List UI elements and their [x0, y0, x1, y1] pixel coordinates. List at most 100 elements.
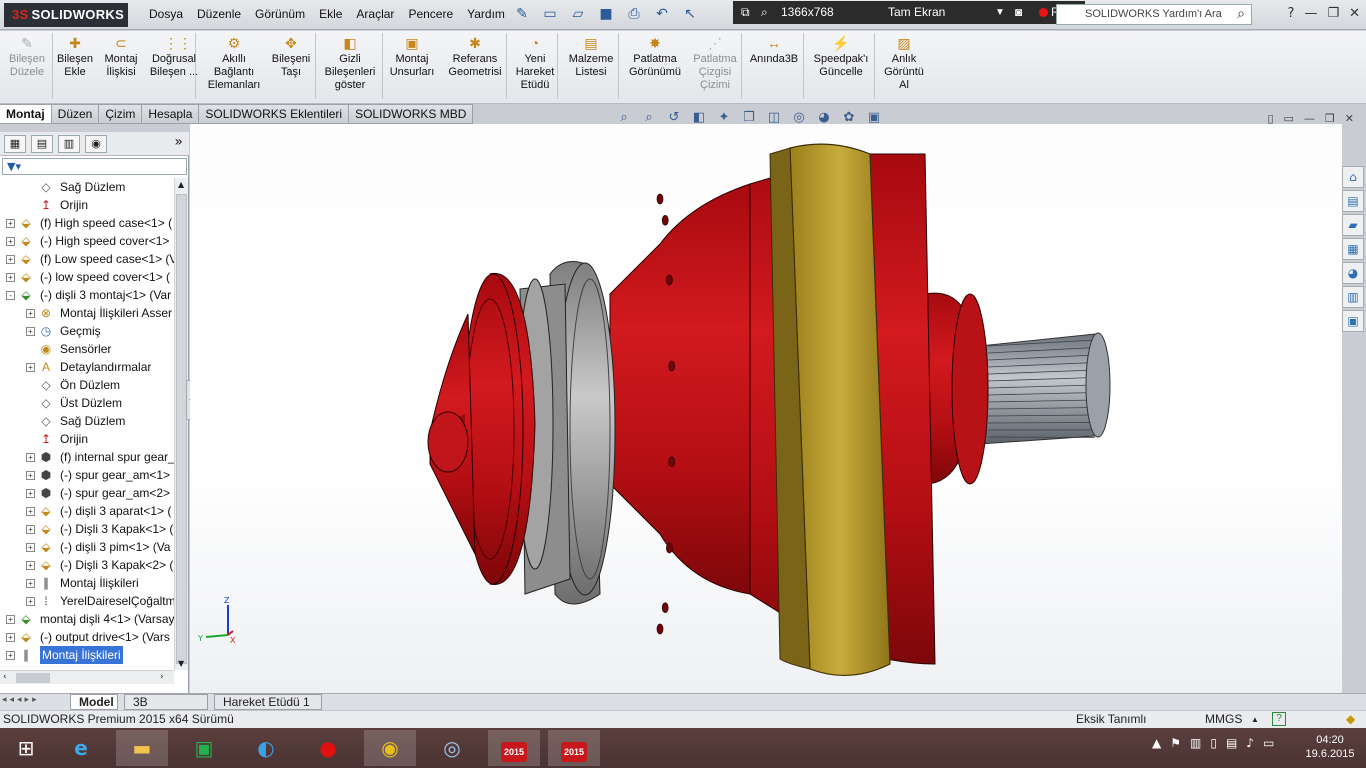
tree-filter[interactable]: ▼▾	[2, 158, 187, 175]
ribbon-button-3[interactable]: ⋮⋮ Doğrusal Bileşen ...	[148, 35, 200, 79]
ribbon-button-1[interactable]: ✚ Bileşen Ekle	[56, 35, 94, 79]
tree-vertical-scrollbar[interactable]: ▲ ▼	[174, 178, 188, 670]
expand-icon[interactable]: +	[26, 561, 35, 570]
chevron-up-icon[interactable]: ▲	[1251, 711, 1259, 728]
ribbon-button-4[interactable]: ⚙ Akıllı Bağlantı Elemanları	[206, 35, 262, 92]
ribbon-button-10[interactable]: ▤ Malzeme Listesi	[566, 35, 616, 79]
bottom-tab-0[interactable]: Model	[70, 694, 118, 710]
expand-icon[interactable]: +	[26, 525, 35, 534]
menu-item-2[interactable]: Görünüm	[248, 7, 312, 21]
window-icon[interactable]: ⧉	[741, 1, 750, 24]
system-clock[interactable]: 04:20 19.6.2015	[1300, 733, 1360, 761]
tree-item[interactable]: + ◷ Geçmiş	[0, 322, 174, 340]
tree-item[interactable]: ◇ Sağ Düzlem	[0, 178, 174, 196]
search-icon[interactable]: ⌕	[761, 1, 768, 24]
zoom-to-fit-icon[interactable]: ⌕	[615, 110, 633, 125]
solidworks-icon[interactable]: 2015	[488, 730, 540, 766]
restore-icon[interactable]: ❐	[1325, 112, 1335, 125]
tree-item[interactable]: + ⬢ (f) internal spur gear_	[0, 448, 174, 466]
ribbon-button-0[interactable]: ✎ Bileşen Düzele	[6, 35, 48, 79]
solidworks-forum-icon[interactable]: ▣	[1342, 310, 1364, 332]
expand-icon[interactable]: +	[26, 597, 35, 606]
tab-5[interactable]: SOLIDWORKS MBD	[349, 104, 474, 124]
tree-item[interactable]: + ⬙ (-) dişli 3 aparat<1> (	[0, 502, 174, 520]
section-view-icon[interactable]: ◧	[690, 110, 708, 125]
bottom-tab-1[interactable]: 3B Görünüm	[124, 694, 208, 723]
search-icon[interactable]: ⌕	[1237, 4, 1245, 23]
tree-item[interactable]: + ⬙ montaj dişli 4<1> (Varsay	[0, 610, 174, 628]
tile-icon[interactable]: ▯	[1267, 112, 1273, 125]
tree-item[interactable]: + ⬢ (-) spur gear_am<1>	[0, 466, 174, 484]
scroll-down-icon[interactable]: ▼	[178, 659, 184, 668]
help-search-input[interactable]: SOLIDWORKS Yardım'ı Ara ⌕	[1056, 4, 1252, 25]
tab-3[interactable]: Hesapla	[142, 104, 200, 124]
volume-icon[interactable]: ♪	[1246, 736, 1254, 750]
close-icon[interactable]: ✕	[1345, 112, 1354, 125]
appearances-icon[interactable]: ◕	[1342, 262, 1364, 284]
tree-item[interactable]: + ∥ Montaj İlişkileri	[0, 574, 174, 592]
tree-item[interactable]: + ⬙ (-) low speed cover<1> (	[0, 268, 174, 286]
help-button[interactable]: ?	[1272, 712, 1286, 726]
assembly-model[interactable]	[190, 124, 1342, 693]
chevron-down-icon[interactable]: ▼	[995, 1, 1005, 24]
record-dot-icon[interactable]	[1039, 8, 1048, 17]
expand-icon[interactable]: +	[26, 363, 35, 372]
expand-icon[interactable]: +	[6, 219, 15, 228]
zoom-area-icon[interactable]: ⌕	[640, 110, 658, 125]
filter-icon[interactable]: ▼▾	[7, 160, 21, 173]
scrollbar-thumb[interactable]	[16, 673, 50, 683]
expand-icon[interactable]: +	[6, 633, 15, 642]
ribbon-button-6[interactable]: ◧ Gizli Bileşenleri göster	[323, 35, 377, 92]
ribbon-button-2[interactable]: ⊂ Montaj İlişkisi	[102, 35, 140, 79]
configuration-manager-tab-icon[interactable]: ▥	[58, 135, 80, 153]
tree-item[interactable]: + A Detaylandırmalar	[0, 358, 174, 376]
ribbon-button-7[interactable]: ▣ Montaj Unsurları	[388, 35, 436, 79]
menu-item-6[interactable]: Yardım	[460, 7, 512, 21]
expand-icon[interactable]: +	[26, 489, 35, 498]
expand-icon[interactable]: +	[6, 255, 15, 264]
tree-item[interactable]: ◉ Sensörler	[0, 340, 174, 358]
scroll-left-icon[interactable]: ‹	[3, 672, 7, 682]
notifications-icon[interactable]: ▤	[1226, 736, 1237, 750]
print-icon[interactable]: ⎙	[624, 5, 644, 23]
tree-item[interactable]: + ∥ Montaj İlişkileri	[0, 646, 174, 664]
tree-item[interactable]: + ⬙ (-) dişli 3 pim<1> (Va	[0, 538, 174, 556]
home-icon[interactable]: ⌂	[1342, 166, 1364, 188]
ribbon-button-15[interactable]: ▨ Anlık Görüntü Al	[884, 35, 924, 92]
tree-item[interactable]: + ⬙ (f) Low speed case<1> (V	[0, 250, 174, 268]
tile-icon[interactable]: ▭	[1284, 112, 1294, 125]
scroll-up-icon[interactable]: ▲	[178, 180, 184, 189]
tab-1[interactable]: Düzen	[51, 104, 100, 124]
network-icon[interactable]: ▥	[1190, 736, 1201, 750]
tree-item[interactable]: + ⊗ Montaj İlişkileri Asser	[0, 304, 174, 322]
tree-item[interactable]: ◇ Ön Düzlem	[0, 376, 174, 394]
scrollbar-thumb[interactable]	[176, 194, 187, 664]
recorder-icon[interactable]: ●	[302, 730, 354, 766]
save-icon[interactable]: ■	[596, 5, 616, 23]
new-document-icon[interactable]: ▭	[540, 5, 560, 23]
recorder-resolution[interactable]: 1366x768	[781, 1, 834, 24]
menu-item-4[interactable]: Araçlar	[349, 7, 401, 21]
menu-item-5[interactable]: Pencere	[401, 7, 460, 21]
chrome-icon[interactable]: ◉	[364, 730, 416, 766]
camera-icon[interactable]: ◎	[426, 730, 478, 766]
display-manager-tab-icon[interactable]: ◉	[85, 135, 107, 153]
tree-item[interactable]: + ⬙ (f) High speed case<1> (	[0, 214, 174, 232]
ie-icon[interactable]: e	[55, 730, 107, 766]
pin-icon[interactable]: ✎	[512, 5, 532, 23]
explorer-icon[interactable]: ▬	[116, 730, 168, 766]
collapse-icon[interactable]: -	[6, 291, 15, 300]
windows-flag-icon[interactable]: ⚑	[1170, 736, 1181, 750]
edit-appearance-icon[interactable]: ◕	[815, 110, 833, 125]
solidworks-logo[interactable]: 3S SOLIDWORKS	[4, 3, 128, 27]
ribbon-button-12[interactable]: ⋰ Patlatma Çizgisi Çizimi	[690, 35, 740, 92]
ribbon-button-11[interactable]: ✸ Patlatma Görünümü	[626, 35, 684, 79]
view-palette-icon[interactable]: ▦	[1342, 238, 1364, 260]
menu-item-3[interactable]: Ekle	[312, 7, 349, 21]
hide-show-items-icon[interactable]: ◎	[790, 110, 808, 125]
tree-item[interactable]: ◇ Sağ Düzlem	[0, 412, 174, 430]
scroll-right-icon[interactable]: ›	[160, 672, 164, 682]
tab-scroll-arrows[interactable]: ◂◂◂▸▸	[2, 695, 40, 705]
select-icon[interactable]: ↖	[680, 5, 700, 23]
tree-item[interactable]: ◇ Üst Düzlem	[0, 394, 174, 412]
